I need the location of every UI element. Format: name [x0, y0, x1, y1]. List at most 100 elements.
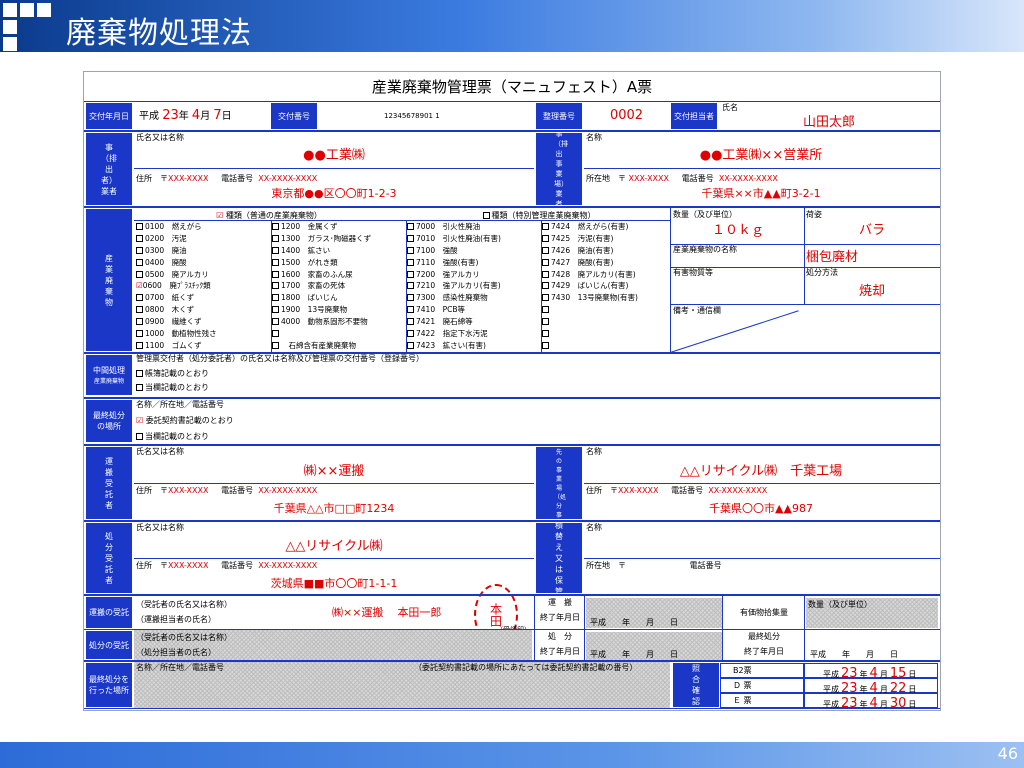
waste-item: 7428 廃アルカリ(有害) — [542, 270, 670, 282]
waste-col2: 1200 金属くず 1300 ガラス･陶磁器くず 1400 鉱さい 1500 がれき類… — [272, 222, 406, 353]
checkbox-icon — [407, 330, 414, 338]
checkbox-icon — [407, 282, 414, 290]
waste-item: 1600 家畜のふん尿 — [272, 270, 406, 282]
waste-item-label: 7429 ばいじん(有害) — [551, 281, 629, 291]
issue-no: 12345678901 1 — [384, 112, 440, 120]
checkbox-icon — [542, 306, 549, 314]
waste-item-label: 1000 動植物性残さ — [145, 329, 217, 339]
waste-item: 1500 がれき類 — [272, 258, 406, 270]
checkbox-icon — [542, 246, 549, 254]
grid-line — [134, 168, 534, 169]
checkbox-icon — [542, 270, 549, 278]
waste-item — [272, 329, 406, 341]
waste-item-label: 1900 13号廃棄物 — [281, 305, 348, 315]
final-done-note: （委託契約書記載の場所にあたっては委託契約書記載の番号） — [414, 663, 638, 672]
waste-col1: 0100 燃えがら 0200 汚泥 0300 廃油 0400 廃酸 0500 廃アルカリ… — [136, 222, 271, 353]
waste-item: 7429 ばいじん(有害) — [542, 281, 670, 293]
carrier-contact: 住所 〒XXX-XXXX 電話番号 XX-XXXX-XXXX — [136, 486, 318, 495]
manifest-form: 産業廃棄物管理票（マニュフェスト）A票 交付年月日 平成 23年 4月 7日 交… — [83, 71, 941, 711]
checkbox-icon — [407, 294, 414, 302]
logo-square — [3, 3, 17, 17]
check-row-name: Ｅ 票 — [720, 693, 804, 708]
carrier-name-field-label: （受託者の氏名又は名称） — [136, 600, 232, 609]
grid-line — [134, 220, 670, 221]
waste-item-label: 0400 廃酸 — [145, 257, 187, 267]
grid-line — [84, 444, 940, 446]
waste-item: 0700 紙くず — [136, 293, 271, 305]
grid-line — [84, 397, 940, 399]
waste-item-label: 7422 指定下水汚泥 — [416, 329, 488, 339]
quantity: １０ｋｇ — [711, 223, 764, 238]
site-name-label: 名称 — [586, 133, 602, 142]
grid-line — [84, 629, 940, 630]
receipt-carrier-label: 運搬の受託 — [85, 596, 133, 629]
checkbox-icon — [272, 306, 279, 314]
checkbox-icon — [272, 341, 279, 349]
quantity-label: 数量（及び単位） — [673, 210, 737, 219]
slide-header: 廃棄物処理法 — [0, 0, 1024, 52]
intermediate-label: 中間処理 産業廃棄物 — [85, 354, 133, 396]
checkbox-icon — [407, 270, 414, 278]
checkbox-icon — [136, 341, 143, 349]
waste-item-label: 7000 引火性廃油 — [416, 222, 481, 231]
waste-name-label: 産業廃棄物の名称 — [673, 245, 737, 254]
waste-item-label: 7424 燃えがら(有害) — [551, 222, 629, 231]
grid-line — [670, 244, 940, 245]
generator-name-label: 氏名又は名称 — [136, 133, 184, 142]
issue-date: 平成 23年 4月 7日 — [139, 108, 232, 123]
dest-address: 千葉県〇〇市▲▲987 — [709, 502, 813, 515]
grid-line — [84, 101, 940, 102]
processor-name: △△リサイクル㈱ — [285, 539, 383, 554]
carrier-name: ㈱××運搬 — [303, 464, 365, 479]
waste-item-label: 7428 廃アルカリ(有害) — [551, 269, 636, 279]
final-end-label: 最終処分 終了年月日 — [744, 632, 784, 656]
waste-item-label: 7427 廃酸(有害) — [551, 257, 614, 267]
processor-contact: 住所 〒XXX-XXXX 電話番号 XX-XXXX-XXXX — [136, 561, 318, 570]
grid-line — [84, 130, 940, 132]
checkbox-icon — [136, 318, 143, 326]
waste-item: 石綿含有産業廃棄物 — [272, 341, 406, 353]
grid-line — [534, 596, 535, 660]
waste-item-label: 7426 廃油(有害) — [551, 245, 614, 255]
waste-item-label: 1300 ガラス･陶磁器くず — [281, 233, 372, 243]
grid-line — [84, 520, 940, 522]
method-label: 処分方法 — [806, 268, 838, 277]
grid-line — [670, 310, 799, 353]
waste-item: 7430 13号廃棄物(有害) — [542, 293, 670, 305]
checkbox-icon — [542, 223, 549, 230]
checkbox-icon — [272, 294, 279, 302]
intermediate-text: 管理票交付者（処分委託者）の氏名又は名称及び管理票の交付番号（登録番号） — [136, 354, 424, 363]
processor-label: 処分受託者 — [85, 522, 133, 594]
logo-square — [20, 3, 34, 17]
grid-line — [84, 660, 940, 662]
waste-item: 1300 ガラス･陶磁器くず — [272, 234, 406, 246]
checkbox-icon — [136, 223, 143, 230]
checkbox-icon — [136, 370, 143, 377]
waste-col4: 7424 燃えがら(有害) 7425 汚泥(有害) 7426 廃油(有害) 7427 … — [542, 222, 670, 353]
checked-icon: ☑ — [136, 416, 144, 425]
waste-item-label: 7010 引火性廃油(有害) — [416, 233, 501, 243]
waste-item: 1400 鉱さい — [272, 246, 406, 258]
waste-item: 7427 廃酸(有害) — [542, 258, 670, 270]
check-row-name: B2票 — [720, 663, 804, 678]
slide-footer: 46 — [0, 742, 1024, 768]
person-label: 交付担当者 — [670, 102, 718, 130]
waste-item-label: 7423 鉱さい(有害) — [416, 340, 486, 350]
form-value: バラ — [858, 223, 885, 238]
waste-item: 1100 ゴムくず — [136, 341, 271, 353]
grid-line — [84, 352, 940, 354]
waste-item: 7426 廃油(有害) — [542, 246, 670, 258]
carry-end-label: 運 搬終了年月日 — [540, 598, 580, 622]
waste-item: 7200 強アルカリ — [407, 270, 541, 282]
proc-name-field-label: （受託者の氏名又は名称） — [136, 633, 232, 642]
generator-label: 事（排出者）業者 — [85, 132, 133, 206]
waste-item-label: 1500 がれき類 — [281, 257, 338, 267]
checkbox-icon — [542, 258, 549, 266]
checkbox-icon — [136, 234, 143, 242]
person-name-label: 氏名 — [722, 103, 738, 112]
grid-line — [584, 168, 940, 169]
logo-square — [3, 20, 17, 34]
final-place-label: 最終処分の場所 — [85, 399, 133, 443]
waste-item-label: 1800 ばいじん — [281, 293, 338, 303]
ref-no: 0002 — [609, 108, 644, 123]
